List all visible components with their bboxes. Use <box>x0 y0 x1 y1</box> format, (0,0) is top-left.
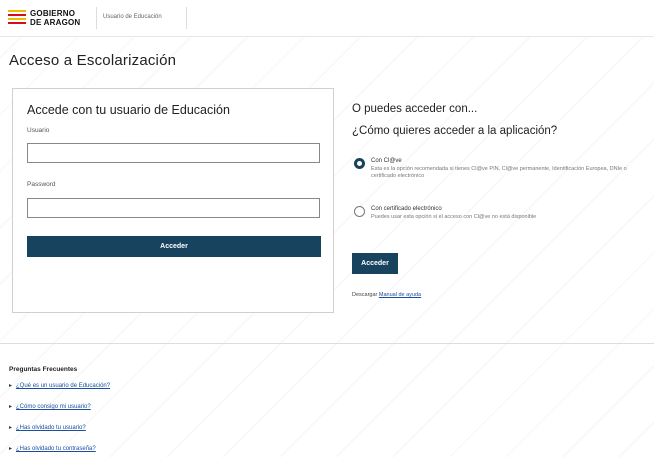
alternative-access-title: O puedes acceder con... <box>352 103 478 115</box>
login-panel: Accede con tu usuario de Educación Usuar… <box>12 88 334 313</box>
help-download: Descargar Manual de ayuda <box>352 292 421 298</box>
login-submit-button[interactable]: Acceder <box>27 236 321 257</box>
faq-title: Preguntas Frecuentes <box>9 366 78 373</box>
bullet-icon: ▸ <box>9 446 13 452</box>
username-input[interactable] <box>27 143 320 163</box>
option-clave[interactable]: Con Cl@ve Esta es la opción recomendada … <box>354 158 644 188</box>
header-divider-end <box>186 7 187 29</box>
faq-link[interactable]: ¿Has olvidado tu contraseña? <box>16 446 96 452</box>
top-header: GOBIERNO DE ARAGON Usuario de Educación <box>0 0 654 37</box>
help-prefix: Descargar <box>352 292 378 298</box>
option-clave-description: Esta es la opción recomendada si tienes … <box>371 166 627 179</box>
radio-clave[interactable] <box>354 158 365 169</box>
option-certificate-label: Con certificado electrónico <box>371 206 442 212</box>
alternative-submit-button[interactable]: Acceder <box>352 253 398 274</box>
help-manual-link[interactable]: Manual de ayuda <box>379 292 421 298</box>
option-certificate[interactable]: Con certificado electrónico Puedes usar … <box>354 206 644 228</box>
aragon-flag-icon <box>8 10 26 26</box>
password-label: Password <box>27 181 56 188</box>
header-subtitle: Usuario de Educación <box>103 14 162 20</box>
faq-link[interactable]: ¿Has olvidado tu usuario? <box>16 425 86 431</box>
header-divider <box>96 7 97 29</box>
password-input[interactable] <box>27 198 320 218</box>
section-divider <box>0 343 654 344</box>
login-heading: Accede con tu usuario de Educación <box>27 103 230 117</box>
bullet-icon: ▸ <box>9 383 13 389</box>
option-certificate-description: Puedes usar esta opción si el acceso con… <box>371 214 537 220</box>
faq-item[interactable]: ▸ ¿Cómo consigo mi usuario? <box>9 403 91 410</box>
bullet-icon: ▸ <box>9 425 13 431</box>
page-title: Acceso a Escolarización <box>9 52 177 69</box>
faq-item[interactable]: ▸ ¿Qué es un usuario de Educación? <box>9 382 110 389</box>
faq-link[interactable]: ¿Cómo consigo mi usuario? <box>16 404 91 410</box>
faq-item[interactable]: ▸ ¿Has olvidado tu contraseña? <box>9 445 96 452</box>
bullet-icon: ▸ <box>9 404 13 410</box>
radio-certificate[interactable] <box>354 206 365 217</box>
faq-item[interactable]: ▸ ¿Has olvidado tu usuario? <box>9 424 86 431</box>
gobierno-aragon-logo[interactable]: GOBIERNO DE ARAGON <box>8 9 92 29</box>
access-method-question: ¿Cómo quieres acceder a la aplicación? <box>352 125 558 137</box>
username-label: Usuario <box>27 127 50 134</box>
logo-text: GOBIERNO DE ARAGON <box>30 9 81 27</box>
faq-link[interactable]: ¿Qué es un usuario de Educación? <box>16 383 110 389</box>
option-clave-label: Con Cl@ve <box>371 158 402 164</box>
